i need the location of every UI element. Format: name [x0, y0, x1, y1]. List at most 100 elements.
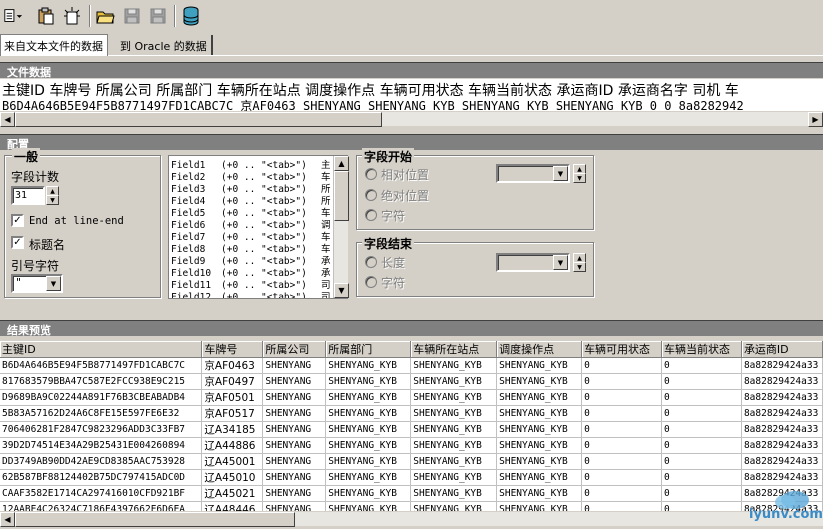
table-cell[interactable]: 8a82829424a33 [741, 469, 823, 486]
field-list-item[interactable]: Field7 (+0 .. "<tab>") 车 [171, 229, 331, 243]
table-cell[interactable]: SHENYANG_KYB [496, 501, 583, 511]
column-header[interactable]: 调度操作点 [496, 341, 583, 358]
table-cell[interactable]: SHENYANG [262, 389, 327, 406]
table-row[interactable]: 706406281F2847C9823296ADD3C33FB7 辽A34185 S… [0, 421, 823, 438]
table-cell[interactable]: 706406281F2847C9823296ADD3C33FB7 [0, 421, 203, 438]
end-char-radio[interactable] [365, 276, 377, 288]
table-cell[interactable]: 0 [581, 485, 662, 502]
table-cell[interactable]: 817683579BBA47C587E2FCC938E9C215 [0, 373, 203, 390]
table-cell[interactable]: SHENYANG_KYB [410, 437, 498, 454]
scroll-right-icon[interactable]: ▶ [808, 112, 823, 127]
field-start-select[interactable]: ▼ [496, 164, 570, 183]
table-cell[interactable]: 京AF0517 [201, 405, 264, 422]
table-cell[interactable]: 0 [661, 501, 742, 511]
field-list-item[interactable]: Field10 (+0 .. "<tab>") 承 [171, 265, 331, 279]
end-at-line-end-checkbox[interactable]: ✓ [11, 214, 24, 227]
table-cell[interactable]: SHENYANG_KYB [325, 389, 412, 406]
table-cell[interactable]: 8a82829424a33 [741, 389, 823, 406]
table-cell[interactable]: 辽A48446 [201, 501, 264, 511]
table-cell[interactable]: SHENYANG [262, 405, 327, 422]
chevron-down-icon[interactable]: ▼ [553, 166, 568, 181]
table-cell[interactable]: 0 [581, 421, 662, 438]
table-cell[interactable]: 0 [581, 389, 662, 406]
table-cell[interactable]: SHENYANG_KYB [410, 373, 498, 390]
column-header[interactable]: 车辆所在站点 [410, 341, 498, 358]
table-cell[interactable]: SHENYANG [262, 485, 327, 502]
field-list-item[interactable]: Field3 (+0 .. "<tab>") 所 [171, 181, 331, 195]
table-cell[interactable]: 8a82829424a33 [741, 437, 823, 454]
field-list-item[interactable]: Field1 (+0 .. "<tab>") 主 [171, 157, 331, 171]
new-dropdown-icon[interactable] [3, 6, 23, 26]
spin-down-icon[interactable]: ▼ [573, 262, 586, 272]
table-cell[interactable]: SHENYANG_KYB [410, 453, 498, 470]
table-cell[interactable]: SHENYANG [262, 453, 327, 470]
chevron-down-icon[interactable]: ▼ [553, 255, 568, 270]
table-cell[interactable]: SHENYANG_KYB [410, 421, 498, 438]
table-cell[interactable]: 8a82829424a33 [741, 357, 823, 374]
table-row[interactable]: 39D2D74514E34A29B25431E004260894 辽A44886 S… [0, 437, 823, 454]
preview-grid[interactable]: 主键ID 车牌号 所属公司 所属部门 车辆所在站点 调度操作点 车辆可用状态 车辆当前状态 承运… [0, 341, 823, 511]
table-cell[interactable]: 0 [581, 469, 662, 486]
table-cell[interactable]: 0 [661, 357, 742, 374]
table-cell[interactable]: 8a82829424a33 [741, 453, 823, 470]
table-cell[interactable]: 8a82829424a33 [741, 373, 823, 390]
tab-oracle-data[interactable]: 到 Oracle 的数据 [117, 35, 213, 55]
table-cell[interactable]: SHENYANG_KYB [496, 453, 583, 470]
column-header[interactable]: 所属部门 [325, 341, 412, 358]
table-row[interactable]: B6D4A646B5E94F5B8771497FD1CABC7C 京AF0463 S… [0, 357, 823, 374]
spin-down-icon[interactable]: ▼ [46, 195, 59, 205]
table-cell[interactable]: SHENYANG_KYB [496, 357, 583, 374]
chevron-down-icon[interactable]: ▼ [46, 276, 61, 291]
table-cell[interactable]: 京AF0463 [201, 357, 264, 374]
table-cell[interactable]: 0 [661, 469, 742, 486]
open-folder-icon[interactable] [96, 6, 116, 26]
table-cell[interactable]: 0 [661, 389, 742, 406]
scroll-left-icon[interactable]: ◀ [0, 512, 15, 527]
scroll-up-icon[interactable]: ▲ [334, 156, 349, 171]
field-list-vscrollbar[interactable]: ▲ ▼ [333, 156, 349, 298]
table-cell[interactable]: SHENYANG_KYB [496, 389, 583, 406]
table-cell[interactable]: SHENYANG_KYB [325, 453, 412, 470]
column-header[interactable]: 车牌号 [201, 341, 264, 358]
table-cell[interactable]: SHENYANG_KYB [325, 437, 412, 454]
table-cell[interactable]: DD3749AB90DD42AE9CD8385AAC753928 [0, 453, 203, 470]
field-list[interactable]: Field1 (+0 .. "<tab>") 主 Field2 (+0 .. "<tab… [168, 155, 348, 299]
table-cell[interactable]: SHENYANG [262, 421, 327, 438]
spark-icon[interactable] [62, 6, 82, 26]
file-data-hscrollbar[interactable]: ◀ ▶ [0, 111, 823, 127]
table-cell[interactable]: SHENYANG_KYB [496, 469, 583, 486]
scroll-thumb[interactable] [15, 512, 295, 527]
table-cell[interactable]: CAAF3582E1714CA297416010CFD921BF [0, 485, 203, 502]
table-cell[interactable]: D9689BA9C02244A891F76B3CBEABADB4 [0, 389, 203, 406]
table-cell[interactable]: SHENYANG_KYB [410, 389, 498, 406]
table-cell[interactable]: SHENYANG_KYB [496, 373, 583, 390]
table-row[interactable]: DD3749AB90DD42AE9CD8385AAC753928 辽A45001 S… [0, 453, 823, 470]
column-header[interactable]: 主键ID [0, 341, 203, 358]
save-icon[interactable] [122, 6, 142, 26]
table-cell[interactable]: 39D2D74514E34A29B25431E004260894 [0, 437, 203, 454]
table-cell[interactable]: SHENYANG_KYB [325, 405, 412, 422]
table-row[interactable]: CAAF3582E1714CA297416010CFD921BF 辽A45021 S… [0, 485, 823, 502]
table-cell[interactable]: 0 [661, 453, 742, 470]
table-cell[interactable]: SHENYANG_KYB [325, 469, 412, 486]
table-row[interactable]: 5B83A57162D24A6C8FE15E597FE6E32 京AF0517 SH… [0, 405, 823, 422]
table-cell[interactable]: SHENYANG_KYB [325, 357, 412, 374]
column-header[interactable]: 承运商ID [741, 341, 823, 358]
table-cell[interactable]: SHENYANG_KYB [496, 485, 583, 502]
quote-char-select[interactable]: " ▼ [11, 274, 63, 293]
table-cell[interactable]: SHENYANG_KYB [410, 469, 498, 486]
table-cell[interactable]: 0 [581, 437, 662, 454]
table-cell[interactable]: 62B587BF88124402B75DC797415ADC0D [0, 469, 203, 486]
scroll-left-icon[interactable]: ◀ [0, 112, 15, 127]
table-cell[interactable]: SHENYANG_KYB [325, 373, 412, 390]
scroll-thumb[interactable] [334, 171, 349, 221]
table-cell[interactable]: SHENYANG [262, 469, 327, 486]
clipboard-icon[interactable] [36, 6, 56, 26]
scroll-down-icon[interactable]: ▼ [334, 283, 349, 298]
table-cell[interactable]: 辽A34185 [201, 421, 264, 438]
table-cell[interactable]: 12AABE4C26324C7186E4397662E6D6EA [0, 501, 203, 511]
table-cell[interactable]: SHENYANG_KYB [325, 501, 412, 511]
field-list-item[interactable]: Field9 (+0 .. "<tab>") 承 [171, 253, 331, 267]
relative-position-radio[interactable] [365, 168, 377, 180]
table-cell[interactable]: 0 [661, 437, 742, 454]
